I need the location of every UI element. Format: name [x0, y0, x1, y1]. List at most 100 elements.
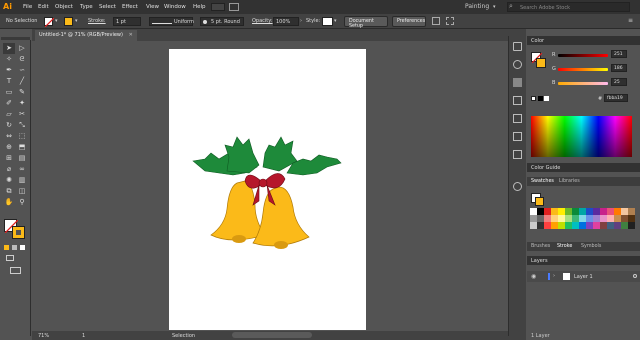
slice-tool-icon[interactable]: ◫: [16, 186, 28, 197]
swatch-chip[interactable]: [628, 222, 635, 229]
fill-dropdown-icon[interactable]: ▾: [55, 18, 58, 24]
swatch-chip[interactable]: [579, 215, 586, 222]
search-input[interactable]: Search Adobe Stock: [507, 2, 630, 12]
christmas-bells-artwork[interactable]: [169, 49, 366, 330]
swatch-chip[interactable]: [572, 208, 579, 215]
layer-row[interactable]: ◉ › Layer 1: [527, 271, 640, 282]
swatch-chip[interactable]: [621, 215, 628, 222]
menu-view[interactable]: View: [146, 4, 159, 10]
stroke-dropdown-icon[interactable]: ▾: [75, 18, 78, 24]
tab-stroke[interactable]: Stroke: [557, 244, 572, 249]
tab-swatches[interactable]: Swatches: [531, 179, 554, 184]
opacity-arrow-icon[interactable]: ›: [300, 18, 302, 24]
zoom-tool-icon[interactable]: ⚲: [16, 197, 28, 208]
document-tab[interactable]: Untitled-1* @ 71% (RGB/Preview) ✕: [35, 30, 137, 41]
chevron-down-icon[interactable]: ▾: [493, 4, 496, 10]
blend-tool-icon[interactable]: ∞: [16, 164, 28, 175]
color-wheel-icon[interactable]: [513, 60, 522, 69]
swatch-chip[interactable]: [600, 215, 607, 222]
swatch-chip[interactable]: [551, 215, 558, 222]
menu-file[interactable]: File: [23, 4, 32, 10]
white-swatch[interactable]: [544, 96, 549, 101]
swatch-chip[interactable]: [558, 208, 565, 215]
swatch-chip[interactable]: [558, 215, 565, 222]
eye-icon[interactable]: ◉: [531, 273, 536, 280]
toolbar-grip[interactable]: [1, 37, 30, 40]
swatch-chip[interactable]: [621, 222, 628, 229]
status-mode[interactable]: Selection: [172, 333, 195, 339]
swatch-chip[interactable]: [544, 222, 551, 229]
swatch-chip[interactable]: [551, 208, 558, 215]
swatches-icon[interactable]: [513, 78, 522, 87]
workspace-switcher[interactable]: Painting: [465, 3, 489, 10]
line-tool-icon[interactable]: ╱: [16, 76, 28, 87]
arrange-documents-icon[interactable]: [229, 3, 239, 11]
swatch-chip[interactable]: [593, 215, 600, 222]
brushes-icon[interactable]: [513, 96, 522, 105]
none-mode-button[interactable]: [20, 245, 25, 250]
color-spectrum[interactable]: [531, 116, 632, 157]
magic-wand-tool-icon[interactable]: ✧: [3, 54, 15, 65]
stroke-indicator[interactable]: [12, 226, 25, 239]
horizontal-scrollbar[interactable]: [232, 332, 312, 338]
lasso-tool-icon[interactable]: ᘓ: [16, 54, 28, 65]
opacity-field[interactable]: 100%: [273, 17, 299, 26]
swatch-chip[interactable]: [544, 215, 551, 222]
zoom-level[interactable]: 71%: [38, 333, 49, 339]
color-guide-header[interactable]: Color Guide: [527, 163, 640, 172]
stroke-label[interactable]: Stroke:: [88, 18, 106, 24]
swatch-chip[interactable]: [614, 222, 621, 229]
b-slider[interactable]: [558, 82, 608, 85]
layers-panel-header[interactable]: Layers: [527, 256, 640, 265]
color-stroke-box[interactable]: [536, 58, 546, 68]
swatch-chip[interactable]: [537, 208, 544, 215]
swatch-chip[interactable]: [607, 222, 614, 229]
rectangle-tool-icon[interactable]: ▭: [3, 87, 15, 98]
scale-tool-icon[interactable]: ⤡: [16, 120, 28, 131]
close-tab-icon[interactable]: ✕: [129, 32, 133, 38]
swatch-chip[interactable]: [537, 215, 544, 222]
swatch-chip[interactable]: [600, 222, 607, 229]
artboard-number[interactable]: 1: [82, 333, 85, 339]
artboard-tool-icon[interactable]: ⧉: [3, 186, 15, 197]
shaper-tool-icon[interactable]: ✦: [16, 98, 28, 109]
tab-brushes[interactable]: Brushes: [531, 244, 550, 249]
perspective-tool-icon[interactable]: ⬒: [16, 142, 28, 153]
swatch-chip[interactable]: [572, 222, 579, 229]
scissors-tool-icon[interactable]: ✂: [16, 109, 28, 120]
direct-select-tool-icon[interactable]: ▷: [16, 43, 28, 54]
graph-tool-icon[interactable]: ▥: [16, 175, 28, 186]
none-swatch[interactable]: [531, 96, 536, 101]
swatch-chip[interactable]: [572, 215, 579, 222]
graphic-styles-icon[interactable]: [513, 132, 522, 141]
tab-symbols[interactable]: Symbols: [581, 244, 601, 249]
menu-edit[interactable]: Edit: [38, 4, 49, 10]
rotate-tool-icon[interactable]: ↻: [3, 120, 15, 131]
symbols-icon[interactable]: [513, 114, 522, 123]
b-value[interactable]: 25: [611, 78, 627, 86]
paintbrush-tool-icon[interactable]: ✎: [16, 87, 28, 98]
swatch-chip[interactable]: [530, 215, 537, 222]
pen-tool-icon[interactable]: ✒: [3, 65, 15, 76]
swatch-chip[interactable]: [565, 222, 572, 229]
mesh-tool-icon[interactable]: ⊞: [3, 153, 15, 164]
appearance-icon[interactable]: [513, 150, 522, 159]
swatch-chip[interactable]: [586, 222, 593, 229]
target-icon[interactable]: [633, 274, 637, 278]
document-setup-button[interactable]: Document Setup: [344, 16, 388, 29]
align-icon[interactable]: [432, 17, 440, 25]
swatch-chip[interactable]: [586, 208, 593, 215]
menu-effect[interactable]: Effect: [122, 4, 138, 10]
g-value[interactable]: 186: [611, 64, 627, 72]
g-slider[interactable]: [558, 68, 608, 71]
swatch-chip[interactable]: [614, 215, 621, 222]
info-icon[interactable]: [513, 182, 522, 191]
type-tool-icon[interactable]: T: [3, 76, 15, 87]
symbol-sprayer-tool-icon[interactable]: ✺: [3, 175, 15, 186]
swatch-chip[interactable]: [551, 222, 558, 229]
swatch-chip[interactable]: [537, 222, 544, 229]
swatch-chip[interactable]: [579, 208, 586, 215]
color-panel-header[interactable]: Color: [527, 36, 640, 45]
shape-builder-tool-icon[interactable]: ⊕: [3, 142, 15, 153]
color-mode-button[interactable]: [4, 245, 9, 250]
